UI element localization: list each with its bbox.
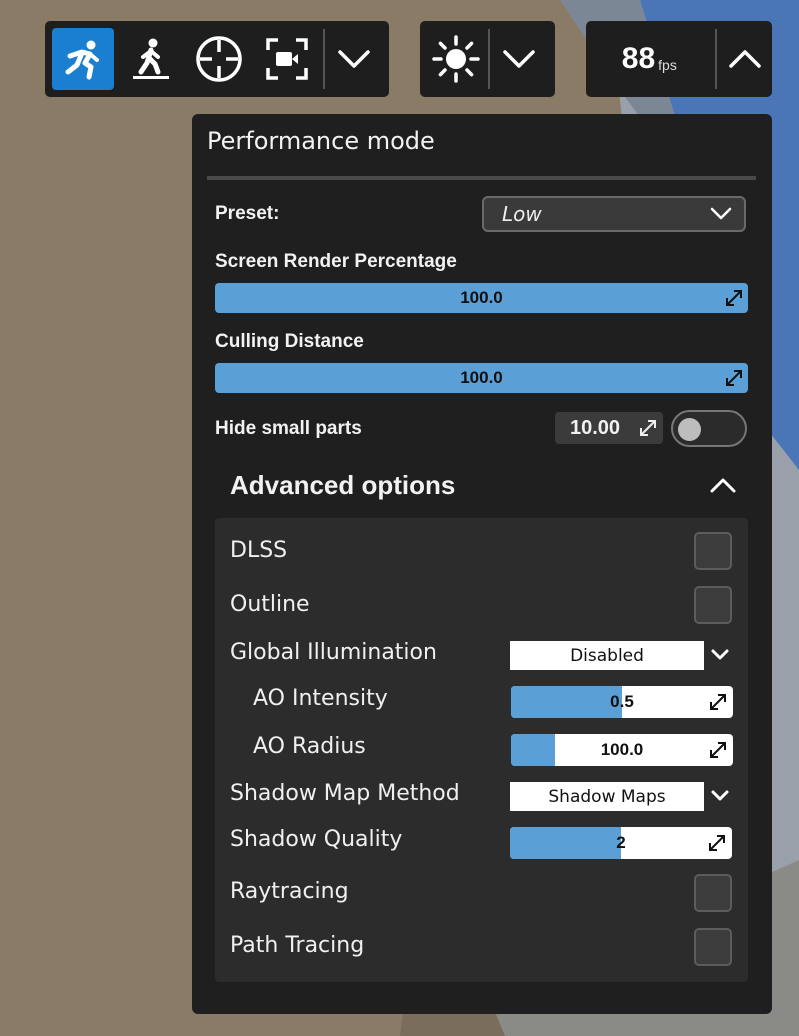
dlss-label: DLSS [230, 538, 288, 563]
screen-render-value: 100.0 [460, 288, 503, 307]
dlss-checkbox[interactable] [694, 532, 732, 570]
path-tracing-label: Path Tracing [230, 933, 365, 958]
chevron-down-icon[interactable] [710, 647, 730, 663]
shadow-map-method-label: Shadow Map Method [230, 781, 460, 806]
ao-intensity-slider[interactable]: 0.5 [511, 686, 733, 718]
panel-divider [207, 176, 756, 180]
hide-small-parts-input[interactable]: 10.00 [555, 412, 663, 444]
navigation-mode-toolbar [45, 21, 389, 97]
navigation-mode-dropdown-button[interactable] [327, 28, 381, 90]
expand-icon[interactable] [639, 419, 657, 437]
shadow-map-method-value: Shadow Maps [548, 786, 666, 807]
advanced-options-section: DLSS Outline Global Illumination Disable… [215, 518, 748, 982]
chevron-down-icon [338, 50, 370, 68]
expand-icon[interactable] [725, 289, 743, 307]
performance-mode-panel: Performance mode Preset: Low Screen Rend… [192, 114, 772, 1014]
expand-icon[interactable] [708, 834, 726, 852]
outline-label: Outline [230, 592, 310, 617]
global-illumination-select[interactable]: Disabled [510, 641, 704, 670]
toolbar-divider [323, 29, 325, 89]
run-mode-button[interactable] [52, 28, 114, 90]
culling-distance-label: Culling Distance [215, 331, 364, 352]
lighting-toolbar [420, 21, 555, 97]
expand-icon[interactable] [709, 693, 727, 711]
fps-toolbar: 88 fps [586, 21, 772, 97]
global-illumination-value: Disabled [570, 645, 644, 666]
chevron-up-icon[interactable] [709, 476, 737, 494]
preset-label: Preset: [215, 203, 280, 224]
camera-mode-button[interactable] [256, 28, 318, 90]
expand-icon[interactable] [709, 741, 727, 759]
camera-frame-icon [266, 38, 308, 80]
chevron-up-icon [729, 50, 762, 68]
shadow-quality-label: Shadow Quality [230, 827, 403, 852]
hide-small-parts-label: Hide small parts [215, 418, 362, 439]
preset-value: Low [502, 202, 542, 226]
panel-title: Performance mode [207, 127, 435, 155]
screen-render-label: Screen Render Percentage [215, 251, 457, 272]
culling-distance-value: 100.0 [460, 368, 503, 387]
global-illumination-label: Global Illumination [230, 640, 437, 665]
ao-radius-value: 100.0 [600, 740, 644, 759]
lighting-dropdown-button[interactable] [492, 28, 546, 90]
run-icon [65, 40, 99, 80]
sun-icon [432, 35, 480, 83]
walk-mode-button[interactable] [120, 28, 182, 90]
advanced-options-title: Advanced options [230, 470, 456, 500]
ao-intensity-label: AO Intensity [253, 686, 388, 711]
path-tracing-checkbox[interactable] [694, 928, 732, 966]
screen-render-slider[interactable]: 100.0 [215, 283, 748, 313]
walk-icon [133, 38, 169, 79]
fps-value: 88 [621, 42, 656, 75]
crosshair-icon [196, 36, 242, 82]
preset-dropdown[interactable]: Low [482, 196, 746, 232]
ao-radius-label: AO Radius [253, 734, 366, 759]
toolbar-divider [488, 29, 490, 89]
toolbar-divider [714, 29, 717, 89]
fps-display: 88 fps [586, 42, 713, 76]
performance-panel-toggle-button[interactable] [719, 28, 772, 90]
chevron-down-icon[interactable] [710, 788, 730, 804]
shadow-quality-value: 2 [616, 833, 626, 852]
culling-distance-slider[interactable]: 100.0 [215, 363, 748, 393]
ao-intensity-value: 0.5 [610, 692, 634, 711]
shadow-map-method-select[interactable]: Shadow Maps [510, 782, 704, 811]
chevron-down-icon [503, 50, 535, 68]
lighting-button[interactable] [426, 28, 486, 90]
toggle-knob [678, 418, 701, 441]
target-mode-button[interactable] [188, 28, 250, 90]
expand-icon[interactable] [725, 369, 743, 387]
shadow-quality-slider[interactable]: 2 [510, 827, 732, 859]
chevron-down-icon [710, 207, 732, 220]
hide-small-parts-toggle[interactable] [671, 410, 747, 447]
hide-small-parts-value: 10.00 [570, 416, 621, 439]
outline-checkbox[interactable] [694, 586, 732, 624]
raytracing-label: Raytracing [230, 879, 349, 904]
ao-radius-slider[interactable]: 100.0 [511, 734, 733, 766]
raytracing-checkbox[interactable] [694, 874, 732, 912]
fps-unit: fps [658, 57, 677, 73]
